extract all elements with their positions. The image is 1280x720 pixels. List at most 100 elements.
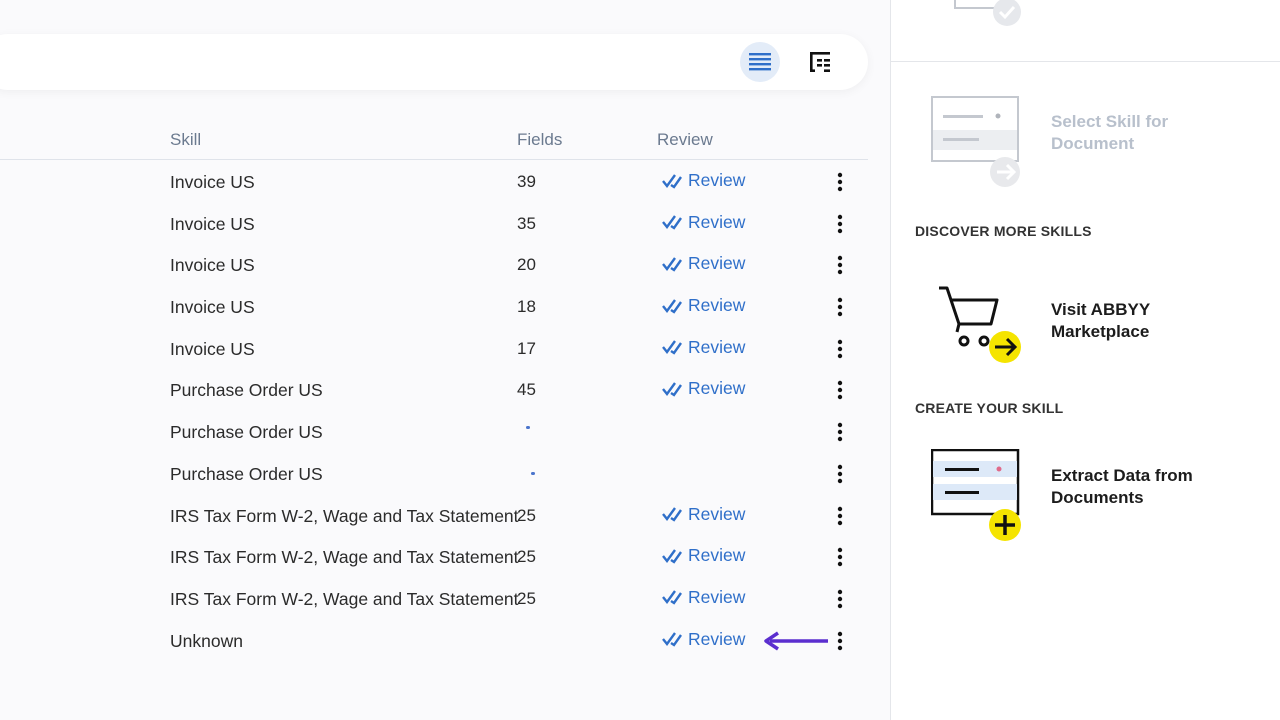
select-skill-button[interactable]: Select Skill for Document — [931, 96, 1201, 188]
fields-count: 45 — [517, 380, 536, 400]
kebab-menu-icon — [837, 464, 843, 484]
review-label: Review — [688, 295, 746, 316]
table-row[interactable]: Purchase Order US — [0, 452, 868, 494]
table-row[interactable]: Unknown Review — [0, 619, 868, 661]
more-options-button[interactable] — [826, 212, 854, 236]
fields-count: 39 — [517, 172, 536, 191]
more-options-button[interactable] — [826, 462, 854, 486]
more-options-button[interactable] — [826, 253, 854, 277]
double-check-icon — [662, 340, 682, 355]
more-options-button[interactable] — [826, 545, 854, 569]
kebab-menu-icon — [837, 631, 843, 650]
loading-indicator — [531, 471, 535, 475]
review-link[interactable]: Review — [662, 378, 745, 399]
column-header-fields[interactable]: Fields — [517, 130, 562, 150]
skill-name: IRS Tax Form W-2, Wage and Tax Statement — [170, 505, 519, 526]
column-header-skill[interactable]: Skill — [170, 130, 201, 150]
kebab-menu-icon — [837, 172, 843, 192]
fields-count: 35 — [517, 213, 536, 233]
review-link[interactable]: Review — [662, 212, 745, 233]
create-section-title: CREATE YOUR SKILL — [915, 400, 1064, 416]
review-link[interactable]: Review — [662, 504, 745, 525]
list-view-icon — [749, 53, 771, 71]
document-check-icon — [953, 0, 1025, 35]
double-check-icon — [662, 173, 682, 189]
table-row[interactable]: Purchase Order US 45 Review — [0, 368, 868, 410]
more-options-button[interactable] — [826, 587, 854, 611]
double-check-icon — [662, 632, 682, 647]
add-document-icon — [931, 449, 1021, 541]
fields-count: 18 — [517, 297, 536, 317]
skill-name: Invoice US — [170, 297, 255, 318]
kebab-menu-icon — [837, 422, 843, 442]
select-skill-label: Select Skill for Document — [1051, 112, 1169, 153]
more-options-button[interactable] — [826, 629, 854, 653]
skill-name: Purchase Order US — [170, 463, 323, 484]
review-link[interactable]: Review — [662, 170, 745, 191]
arrow-annotation-icon — [764, 631, 828, 651]
kebab-menu-icon — [837, 339, 843, 358]
double-check-icon — [662, 298, 682, 314]
review-label: Review — [688, 170, 746, 190]
review-link[interactable]: Review — [662, 545, 745, 566]
extract-data-label: Extract Data from Documents — [1051, 466, 1193, 507]
table-row[interactable]: Invoice US 18 Review — [0, 285, 868, 327]
table-body: Invoice US 39 Review Invoice US 35 Review Invo… — [0, 160, 868, 660]
tree-view-button[interactable] — [800, 42, 840, 82]
kebab-menu-icon — [837, 506, 843, 525]
double-check-icon — [662, 548, 682, 564]
more-options-button[interactable] — [826, 295, 854, 319]
kebab-menu-icon — [837, 256, 843, 275]
tree-view-icon — [810, 52, 830, 72]
review-link[interactable]: Review — [662, 629, 745, 650]
skill-name: Purchase Order US — [170, 380, 323, 401]
review-label: Review — [688, 253, 746, 274]
skills-table: Skill Fields Review Invoice US 39 Review In… — [0, 118, 868, 660]
review-label: Review — [688, 503, 746, 524]
more-options-button[interactable] — [826, 378, 854, 402]
fields-count: 20 — [517, 255, 536, 275]
review-label: Review — [688, 628, 746, 649]
table-row[interactable]: Invoice US 17 Review — [0, 327, 868, 369]
table-row[interactable]: Invoice US 35 Review — [0, 202, 868, 244]
document-arrow-icon — [931, 96, 1020, 187]
fields-count: 25 — [517, 505, 536, 525]
column-header-review[interactable]: Review — [657, 130, 713, 150]
review-label: Review — [688, 378, 746, 399]
extract-data-button[interactable]: Extract Data from Documents — [931, 449, 1221, 541]
review-link[interactable]: Review — [662, 587, 745, 608]
more-options-button[interactable] — [826, 504, 854, 528]
kebab-menu-icon — [837, 589, 843, 609]
skill-name: Invoice US — [170, 255, 255, 276]
table-row[interactable]: IRS Tax Form W-2, Wage and Tax Statement… — [0, 494, 868, 536]
table-row[interactable]: IRS Tax Form W-2, Wage and Tax Statement… — [0, 535, 868, 577]
view-toolbar — [0, 34, 868, 90]
more-options-button[interactable] — [826, 420, 854, 444]
review-label: Review — [688, 586, 746, 607]
marketplace-label: Visit ABBYY Marketplace — [1051, 300, 1150, 341]
table-row[interactable]: Invoice US 39 Review — [0, 160, 868, 202]
skill-name: IRS Tax Form W-2, Wage and Tax Statement — [170, 588, 519, 609]
list-view-button[interactable] — [740, 42, 780, 82]
more-options-button[interactable] — [826, 170, 854, 194]
skill-name: Invoice US — [170, 338, 255, 359]
double-check-icon — [662, 590, 682, 606]
table-row[interactable]: Purchase Order US — [0, 410, 868, 452]
review-link[interactable]: Review — [662, 253, 745, 274]
review-link[interactable]: Review — [662, 295, 745, 316]
kebab-menu-icon — [837, 297, 843, 317]
more-options-button[interactable] — [826, 337, 854, 361]
shopping-cart-icon — [939, 286, 1021, 363]
double-check-icon — [662, 507, 682, 522]
skills-sidebar: Select Skill for Document DISCOVER MORE … — [890, 0, 1280, 720]
marketplace-button[interactable]: Visit ABBYY Marketplace — [931, 286, 1211, 366]
review-link[interactable]: Review — [662, 337, 745, 358]
table-row[interactable]: IRS Tax Form W-2, Wage and Tax Statement… — [0, 577, 868, 619]
review-label: Review — [688, 211, 746, 232]
double-check-icon — [662, 382, 682, 397]
discover-section-title: DISCOVER MORE SKILLS — [915, 223, 1092, 239]
fields-count: 17 — [517, 338, 536, 358]
fields-count: 25 — [517, 588, 536, 608]
skill-name: Unknown — [170, 630, 243, 651]
table-row[interactable]: Invoice US 20 Review — [0, 243, 868, 285]
